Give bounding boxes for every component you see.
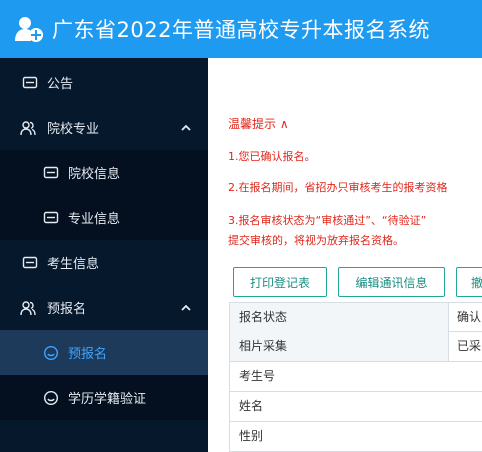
table-key: 性别 bbox=[230, 422, 482, 451]
sidebar: 公告 院校专业 院校信息 专业信息 考生信息 预报名 预报名 学历学籍验证 bbox=[0, 58, 208, 452]
main-content: 温馨提示 ∧ 1.您已确认报名。 2.在报名期间，省招办只审核考生的报考资格 3… bbox=[208, 58, 482, 452]
sidebar-item-label: 公告 bbox=[47, 77, 74, 92]
table-value: 确认 bbox=[457, 310, 482, 324]
notice-line-1: 1.您已确认报名。 bbox=[228, 150, 316, 163]
notice-line-3: 3.报名审核状态为“审核通过”、“待验证” bbox=[228, 214, 427, 227]
table-key: 考生号 bbox=[230, 362, 482, 391]
print-form-button[interactable]: 打印登记表 bbox=[233, 267, 327, 297]
monitor-icon bbox=[22, 76, 38, 88]
sidebar-item-education-verification[interactable]: 学历学籍验证 bbox=[0, 375, 208, 420]
chevron-up-icon bbox=[181, 124, 191, 131]
sidebar-item-schools-majors[interactable]: 院校专业 bbox=[0, 105, 208, 150]
sidebar-item-major-info[interactable]: 专业信息 bbox=[0, 195, 208, 240]
notice-line-3-cont: 提交审核的，将视为放弃报名资格。 bbox=[228, 234, 404, 247]
table-row: 报名状态 确认 bbox=[229, 302, 482, 332]
sidebar-item-candidate-info[interactable]: 考生信息 bbox=[0, 240, 208, 285]
sidebar-item-label: 预报名 bbox=[47, 302, 87, 317]
sidebar-item-label: 考生信息 bbox=[47, 257, 100, 272]
sidebar-item-label: 院校专业 bbox=[47, 122, 100, 137]
sidebar-item-school-info[interactable]: 院校信息 bbox=[0, 150, 208, 195]
sidebar-item-label: 专业信息 bbox=[68, 212, 121, 227]
table-value: 已采 bbox=[457, 339, 482, 353]
table-key: 相片采集 bbox=[230, 332, 449, 361]
monitor-icon bbox=[43, 166, 59, 178]
edit-contact-button[interactable]: 编辑通讯信息 bbox=[338, 267, 445, 297]
table-row: 相片采集 已采 bbox=[229, 332, 482, 362]
users-icon bbox=[20, 120, 36, 135]
table-row: 考生号 bbox=[229, 362, 482, 392]
users-icon bbox=[20, 300, 36, 315]
user-plus-icon bbox=[15, 17, 43, 42]
monitor-icon bbox=[43, 211, 59, 223]
table-row: 性别 bbox=[229, 422, 482, 452]
table-key: 报名状态 bbox=[230, 303, 449, 332]
chevron-up-icon bbox=[181, 304, 191, 311]
withdraw-button[interactable]: 撤 bbox=[456, 267, 482, 297]
app-title: 广东省2022年普通高校专升本报名系统 bbox=[52, 18, 430, 42]
sidebar-item-label: 学历学籍验证 bbox=[68, 392, 147, 407]
app-header: 广东省2022年普通高校专升本报名系统 bbox=[0, 0, 482, 58]
sidebar-item-announcement[interactable]: 公告 bbox=[0, 60, 208, 105]
sidebar-item-label: 院校信息 bbox=[68, 167, 121, 182]
sidebar-item-pre-registration-sub[interactable]: 预报名 bbox=[0, 330, 208, 375]
monitor-icon bbox=[22, 256, 38, 268]
notice-line-2: 2.在报名期间，省招办只审核考生的报考资格 bbox=[228, 181, 448, 194]
smile-icon bbox=[43, 390, 59, 405]
notice-toggle[interactable]: 温馨提示 ∧ bbox=[228, 115, 289, 132]
table-key: 姓名 bbox=[230, 392, 482, 421]
table-row: 姓名 bbox=[229, 392, 482, 422]
sidebar-item-pre-registration[interactable]: 预报名 bbox=[0, 285, 208, 330]
sidebar-item-label: 预报名 bbox=[68, 347, 108, 362]
smile-icon bbox=[43, 345, 59, 360]
